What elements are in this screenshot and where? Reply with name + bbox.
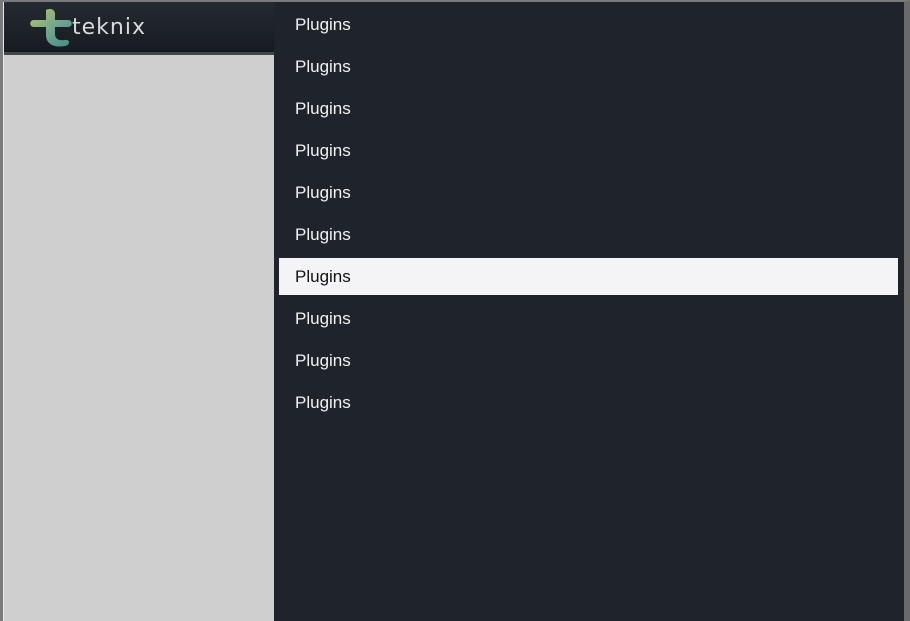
menu-pane: Plugins Plugins Plugins Plugins Plugins … bbox=[274, 2, 904, 621]
menu-item-plugins[interactable]: Plugins bbox=[279, 90, 898, 127]
menu-item-plugins[interactable]: Plugins bbox=[279, 48, 898, 85]
menu-item-plugins[interactable]: Plugins bbox=[279, 300, 898, 337]
menu-item-plugins[interactable]: Plugins bbox=[279, 342, 898, 379]
menu-item-plugins-selected[interactable]: Plugins bbox=[279, 258, 898, 295]
menu-item-plugins[interactable]: Plugins bbox=[279, 216, 898, 253]
teknix-logo: teknix bbox=[24, 6, 164, 48]
menu-item-plugins[interactable]: Plugins bbox=[279, 6, 898, 43]
app-window: teknix Plugins Plugins Plugins Plugins P… bbox=[0, 0, 910, 621]
left-pane: teknix bbox=[3, 2, 275, 621]
menu-item-plugins[interactable]: Plugins bbox=[279, 384, 898, 421]
logo-bar: teknix bbox=[4, 2, 275, 55]
menu-item-plugins[interactable]: Plugins bbox=[279, 132, 898, 169]
logo-text: teknix bbox=[72, 15, 146, 40]
menu-item-plugins[interactable]: Plugins bbox=[279, 174, 898, 211]
menu-list: Plugins Plugins Plugins Plugins Plugins … bbox=[279, 6, 898, 426]
